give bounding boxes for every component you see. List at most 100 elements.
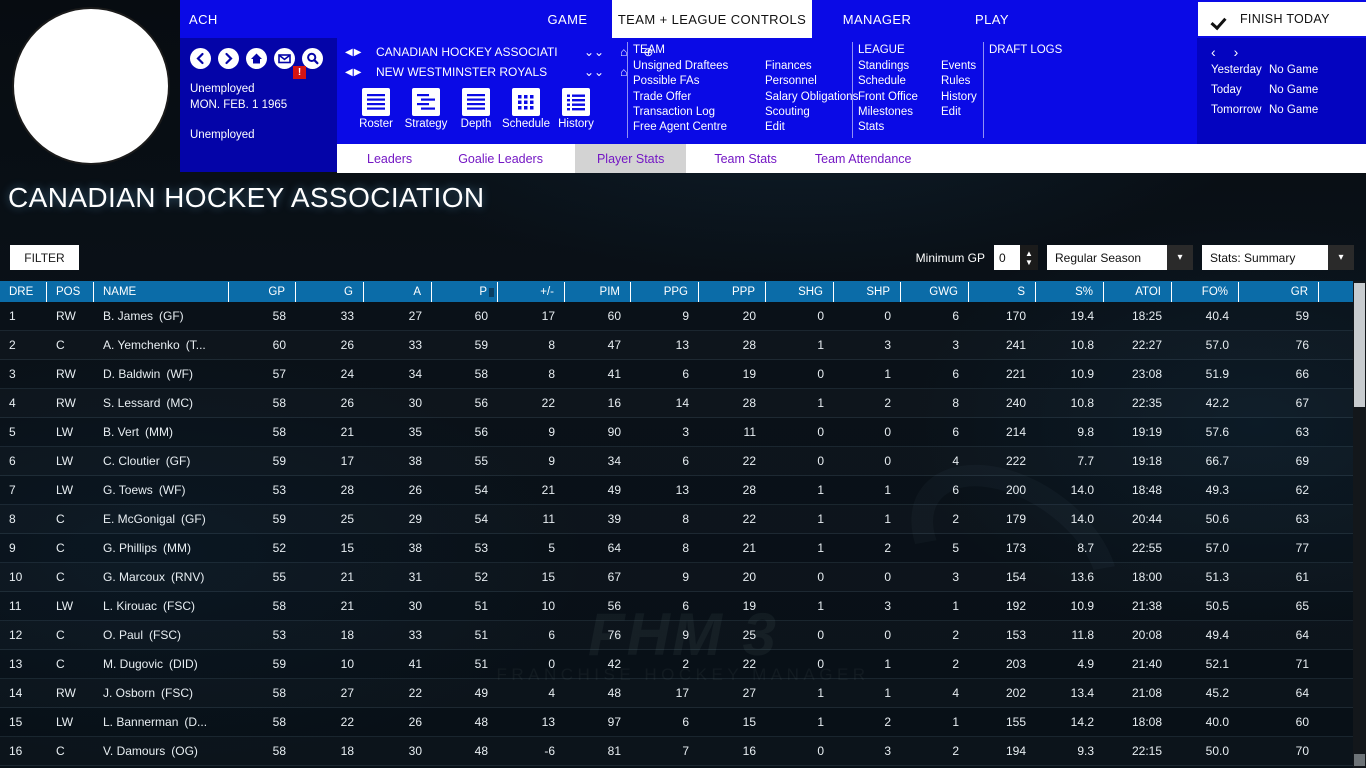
column-header-ppg[interactable]: PPG [631, 282, 699, 302]
forward-icon[interactable] [218, 48, 239, 69]
column-header-shg[interactable]: SHG [766, 282, 834, 302]
player-name[interactable]: S. Lessard [103, 396, 160, 410]
column-header-ppp[interactable]: PPP [699, 282, 766, 302]
player-name[interactable]: B. James [103, 309, 153, 323]
season-select[interactable]: Regular Season ▾ [1047, 245, 1193, 270]
player-name[interactable]: G. Toews [103, 483, 153, 497]
menu-item-salary-obligations[interactable]: Salary Obligations [765, 90, 858, 105]
tab-ach[interactable]: ACH [180, 0, 300, 38]
schedule-next-icon[interactable]: › [1234, 44, 1239, 60]
table-row[interactable]: 9 C G. Phillips (MM) 52 15 38 53 5 64 8 21 1 2 5 173 8.7… [0, 534, 1366, 563]
column-header-s-pct[interactable]: S% [1036, 282, 1104, 302]
scrollbar-down-arrow[interactable] [1354, 754, 1365, 766]
team-prev-next-icon[interactable]: ◀▶ [345, 67, 369, 78]
player-name[interactable]: B. Vert [103, 425, 139, 439]
column-header-p[interactable]: P [432, 282, 498, 302]
tab-play[interactable]: PLAY [942, 0, 1042, 38]
menu-item-milestones[interactable]: Milestones [858, 105, 941, 120]
minimum-gp-input[interactable]: 0 [994, 245, 1020, 270]
menu-item-finances[interactable]: Finances [765, 59, 858, 74]
table-row[interactable]: 13 C M. Dugovic (DID) 59 10 41 51 0 42 2 22 0 1 2 203 4.… [0, 650, 1366, 679]
scrollbar-thumb[interactable] [1354, 283, 1365, 407]
spin-down-icon[interactable]: ▼ [1025, 258, 1033, 267]
player-name[interactable]: L. Kirouac [103, 599, 157, 613]
menu-item-team-edit[interactable]: Edit [765, 120, 858, 135]
table-row[interactable]: 2 C A. Yemchenko (T... 60 26 33 59 8 47 13 28 1 3 3 241… [0, 331, 1366, 360]
menu-item-front-office[interactable]: Front Office [858, 90, 941, 105]
menu-item-free-agent-centre[interactable]: Free Agent Centre [633, 120, 765, 135]
column-header-pim[interactable]: PIM [565, 282, 631, 302]
tab-player-stats[interactable]: Player Stats [574, 144, 687, 173]
chevron-down-icon[interactable]: ▾ [1167, 245, 1193, 270]
stats-view-select[interactable]: Stats: Summary ▾ [1202, 245, 1354, 270]
chevron-down-icon[interactable]: ▾ [1328, 245, 1354, 270]
player-name[interactable]: J. Osborn [103, 686, 155, 700]
menu-item-trade-offer[interactable]: Trade Offer [633, 90, 765, 105]
menu-item-league-stats[interactable]: Stats [858, 120, 941, 135]
column-header-gr[interactable]: GR [1239, 282, 1319, 302]
column-header-g[interactable]: G [296, 282, 364, 302]
league-prev-next-icon[interactable]: ◀▶ [345, 47, 369, 58]
tab-goalie-leaders[interactable]: Goalie Leaders [444, 144, 557, 173]
mail-icon[interactable] [274, 48, 295, 69]
finish-today-button[interactable]: FINISH TODAY [1198, 2, 1366, 36]
player-name[interactable]: E. McGonigal [103, 512, 175, 526]
menu-item-league-history[interactable]: History [941, 90, 977, 105]
table-row[interactable]: 6 LW C. Cloutier (GF) 59 17 38 55 9 34 6 22 0 0 4 222 7.… [0, 447, 1366, 476]
quick-link-schedule[interactable]: Schedule [501, 88, 551, 130]
tab-manager[interactable]: MANAGER [812, 0, 942, 38]
table-row[interactable]: 16 C V. Damours (OG) 58 18 30 48 -6 81 7 16 0 3 2 194 9.… [0, 737, 1366, 766]
schedule-prev-icon[interactable]: ‹ [1211, 44, 1216, 60]
quick-link-strategy[interactable]: Strategy [401, 88, 451, 130]
column-header-plus-minus[interactable]: +/- [498, 282, 565, 302]
player-name[interactable]: L. Bannerman [103, 715, 178, 729]
tab-team-stats[interactable]: Team Stats [700, 144, 791, 173]
player-name[interactable]: G. Marcoux [103, 570, 165, 584]
menu-item-standings[interactable]: Standings [858, 59, 941, 74]
table-scrollbar[interactable] [1353, 281, 1366, 768]
table-row[interactable]: 12 C O. Paul (FSC) 53 18 33 51 6 76 9 25 0 0 2 153 11.8 2… [0, 621, 1366, 650]
home-icon[interactable] [246, 48, 267, 69]
table-row[interactable]: 11 LW L. Kirouac (FSC) 58 21 30 51 10 56 6 19 1 3 1 192… [0, 592, 1366, 621]
menu-item-possible-fas[interactable]: Possible FAs [633, 74, 765, 89]
column-header-gwg[interactable]: GWG [901, 282, 969, 302]
table-row[interactable]: 14 RW J. Osborn (FSC) 58 27 22 49 4 48 17 27 1 1 4 202 1… [0, 679, 1366, 708]
league-dropdown-icon[interactable]: ⌄⌄ [584, 45, 604, 59]
column-header-a[interactable]: A [364, 282, 432, 302]
menu-item-scouting[interactable]: Scouting [765, 105, 858, 120]
player-name[interactable]: D. Baldwin [103, 367, 160, 381]
tab-team-attendance[interactable]: Team Attendance [801, 144, 926, 173]
quick-link-depth[interactable]: Depth [451, 88, 501, 130]
table-row[interactable]: 10 C G. Marcoux (RNV) 55 21 31 52 15 67 9 20 0 0 3 154 1… [0, 563, 1366, 592]
column-header-gp[interactable]: GP [229, 282, 296, 302]
quick-link-roster[interactable]: Roster [351, 88, 401, 130]
back-icon[interactable] [190, 48, 211, 69]
quick-link-history[interactable]: History [551, 88, 601, 130]
player-name[interactable]: A. Yemchenko [103, 338, 180, 352]
menu-item-events[interactable]: Events [941, 59, 977, 74]
column-header-name[interactable]: NAME [94, 282, 229, 302]
tab-leaders[interactable]: Leaders [353, 144, 426, 173]
menu-item-league-schedule[interactable]: Schedule [858, 74, 941, 89]
menu-item-personnel[interactable]: Personnel [765, 74, 858, 89]
table-row[interactable]: 8 C E. McGonigal (GF) 59 25 29 54 11 39 8 22 1 1 2 179 1… [0, 505, 1366, 534]
table-row[interactable]: 5 LW B. Vert (MM) 58 21 35 56 9 90 3 11 0 0 6 214 9.8 19:… [0, 418, 1366, 447]
column-header-dre[interactable]: DRE [0, 282, 47, 302]
column-header-pos[interactable]: POS [47, 282, 94, 302]
menu-item-rules[interactable]: Rules [941, 74, 977, 89]
column-header-atoi[interactable]: ATOI [1104, 282, 1172, 302]
table-row[interactable]: 1 RW B. James (GF) 58 33 27 60 17 60 9 20 0 0 6 170 19.4… [0, 302, 1366, 331]
player-name[interactable]: C. Cloutier [103, 454, 160, 468]
table-row[interactable]: 15 LW L. Bannerman (D... 58 22 26 48 13 97 6 15 1 2 1 1… [0, 708, 1366, 737]
table-row[interactable]: 4 RW S. Lessard (MC) 58 26 30 56 22 16 14 28 1 2 8 240 1… [0, 389, 1366, 418]
filter-button[interactable]: FILTER [10, 245, 79, 270]
column-header-fo-pct[interactable]: FO% [1172, 282, 1239, 302]
menu-item-league-edit[interactable]: Edit [941, 105, 977, 120]
spin-up-icon[interactable]: ▲ [1025, 249, 1033, 258]
player-name[interactable]: M. Dugovic [103, 657, 163, 671]
table-row[interactable]: 3 RW D. Baldwin (WF) 57 24 34 58 8 41 6 19 0 1 6 221 10.… [0, 360, 1366, 389]
table-row[interactable]: 7 LW G. Toews (WF) 53 28 26 54 21 49 13 28 1 1 6 200 14.… [0, 476, 1366, 505]
menu-item-transaction-log[interactable]: Transaction Log [633, 105, 765, 120]
player-name[interactable]: O. Paul [103, 628, 143, 642]
minimum-gp-spin-buttons[interactable]: ▲ ▼ [1020, 245, 1038, 270]
